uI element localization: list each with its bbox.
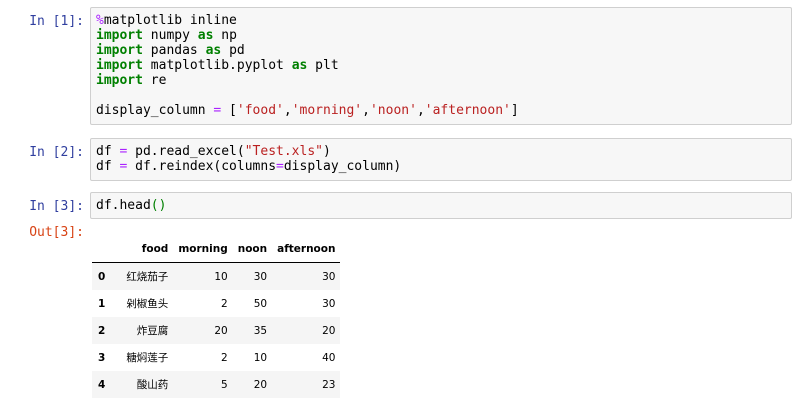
code-text: matplotlib.pyplot (142, 58, 292, 73)
cell-noon: 35 (253, 324, 268, 337)
code-text: ) (323, 144, 331, 159)
code-text: df.head (96, 198, 151, 213)
cell-afternoon: 40 (322, 351, 336, 364)
code-text: pd (221, 43, 245, 58)
keyword: as (291, 58, 308, 73)
code-line: import numpy as np (96, 28, 786, 43)
keyword: import (96, 73, 143, 88)
cell-2-prompt: In [2]: (29, 145, 84, 160)
cell-food: 糖焖莲子 (126, 352, 169, 364)
cell-afternoon: 30 (322, 270, 336, 283)
code-text: display_column) (283, 159, 402, 174)
keyword: import (96, 28, 143, 43)
cell-3-prompt: In [3]: (29, 199, 84, 214)
code-text: [ (221, 103, 237, 118)
code-line: df = df.reindex(columns=display_column) (96, 159, 786, 174)
code-cell-3[interactable]: df.head() (90, 192, 792, 219)
cell-morning: 5 (221, 378, 228, 391)
row-index: 1 (98, 297, 106, 310)
string-literal: 'morning' (291, 103, 363, 118)
row-index: 2 (98, 324, 106, 337)
code-text: df.reindex(columns (127, 159, 277, 174)
row-index: 3 (98, 351, 106, 364)
cell-food: 炸豆腐 (136, 325, 169, 337)
cell-1-prompt: In [1]: (29, 14, 84, 29)
cell-afternoon: 20 (322, 324, 336, 337)
table-row: 2 炸豆腐 20 35 20 (92, 317, 341, 344)
table-row: 4 酸山药 5 20 23 (92, 371, 341, 398)
code-line: import matplotlib.pyplot as plt (96, 58, 786, 73)
keyword: as (197, 28, 214, 43)
string-literal: "Test.xls" (244, 144, 323, 159)
cell-noon: 20 (253, 378, 268, 391)
code-text: ] (510, 103, 519, 118)
cell-noon: 10 (253, 351, 268, 364)
cell-morning: 10 (214, 270, 228, 283)
code-text: pandas (142, 43, 206, 58)
cell-food: 剁椒鱼头 (126, 298, 169, 310)
code-text: () (150, 198, 167, 213)
code-line: import pandas as pd (96, 43, 786, 58)
code-text: , (416, 103, 425, 118)
cell-noon: 50 (253, 297, 268, 310)
code-cell-1[interactable]: %matplotlib inline import numpy as np im… (90, 7, 792, 125)
table-header-afternoon: afternoon (272, 235, 341, 263)
code-text: re (142, 73, 167, 88)
string-literal: 'noon' (369, 103, 417, 118)
table-header-morning: morning (173, 235, 233, 263)
code-line: df.head() (96, 198, 786, 213)
code-text: pd.read_excel( (127, 144, 245, 159)
string-literal: 'food' (236, 103, 284, 118)
operator: = (276, 159, 284, 174)
cell-morning: 2 (221, 351, 228, 364)
output-3-prompt: Out[3]: (29, 225, 84, 240)
table-row: 0 红烧茄子 10 30 30 (92, 262, 341, 290)
code-text: np (213, 28, 237, 43)
code-text: plt (307, 58, 339, 73)
row-index: 0 (98, 270, 106, 283)
row-index: 4 (98, 378, 106, 391)
cell-morning: 2 (221, 297, 228, 310)
cell-food: 酸山药 (136, 379, 169, 391)
table-header-index (92, 235, 114, 263)
table-header-food: food (113, 235, 174, 263)
cell-afternoon: 23 (322, 378, 336, 391)
table-header-noon: noon (232, 235, 273, 263)
string-literal: 'afternoon' (424, 103, 511, 118)
keyword: as (205, 43, 222, 58)
code-text: display_column (96, 103, 214, 118)
cell-food: 红烧茄子 (126, 271, 169, 283)
code-text: numpy (142, 28, 198, 43)
table-row: 3 糖焖莲子 2 10 40 (92, 344, 341, 371)
cell-noon: 30 (253, 270, 268, 283)
code-line: import re (96, 73, 786, 88)
cell-morning: 20 (214, 324, 228, 337)
table-row: 1 剁椒鱼头 2 50 30 (92, 290, 341, 317)
code-line: display_column = ['food','morning','noon… (96, 103, 786, 118)
code-text: df (96, 159, 120, 174)
code-text: matplotlib inline (103, 13, 237, 28)
code-text: df (96, 144, 120, 159)
code-line: %matplotlib inline (96, 13, 786, 28)
code-cell-2[interactable]: df = pd.read_excel("Test.xls") df = df.r… (90, 138, 792, 181)
cell-afternoon: 30 (322, 297, 336, 310)
code-line: df = pd.read_excel("Test.xls") (96, 144, 786, 159)
table-header-row: food morning noon afternoon (92, 235, 341, 263)
keyword: import (96, 58, 143, 73)
keyword: import (96, 43, 143, 58)
code-text: , (283, 103, 292, 118)
magic-token: % (96, 13, 104, 28)
dataframe-table: food morning noon afternoon 0 红烧茄子 10 30… (92, 235, 341, 398)
code-text: , (362, 103, 370, 118)
